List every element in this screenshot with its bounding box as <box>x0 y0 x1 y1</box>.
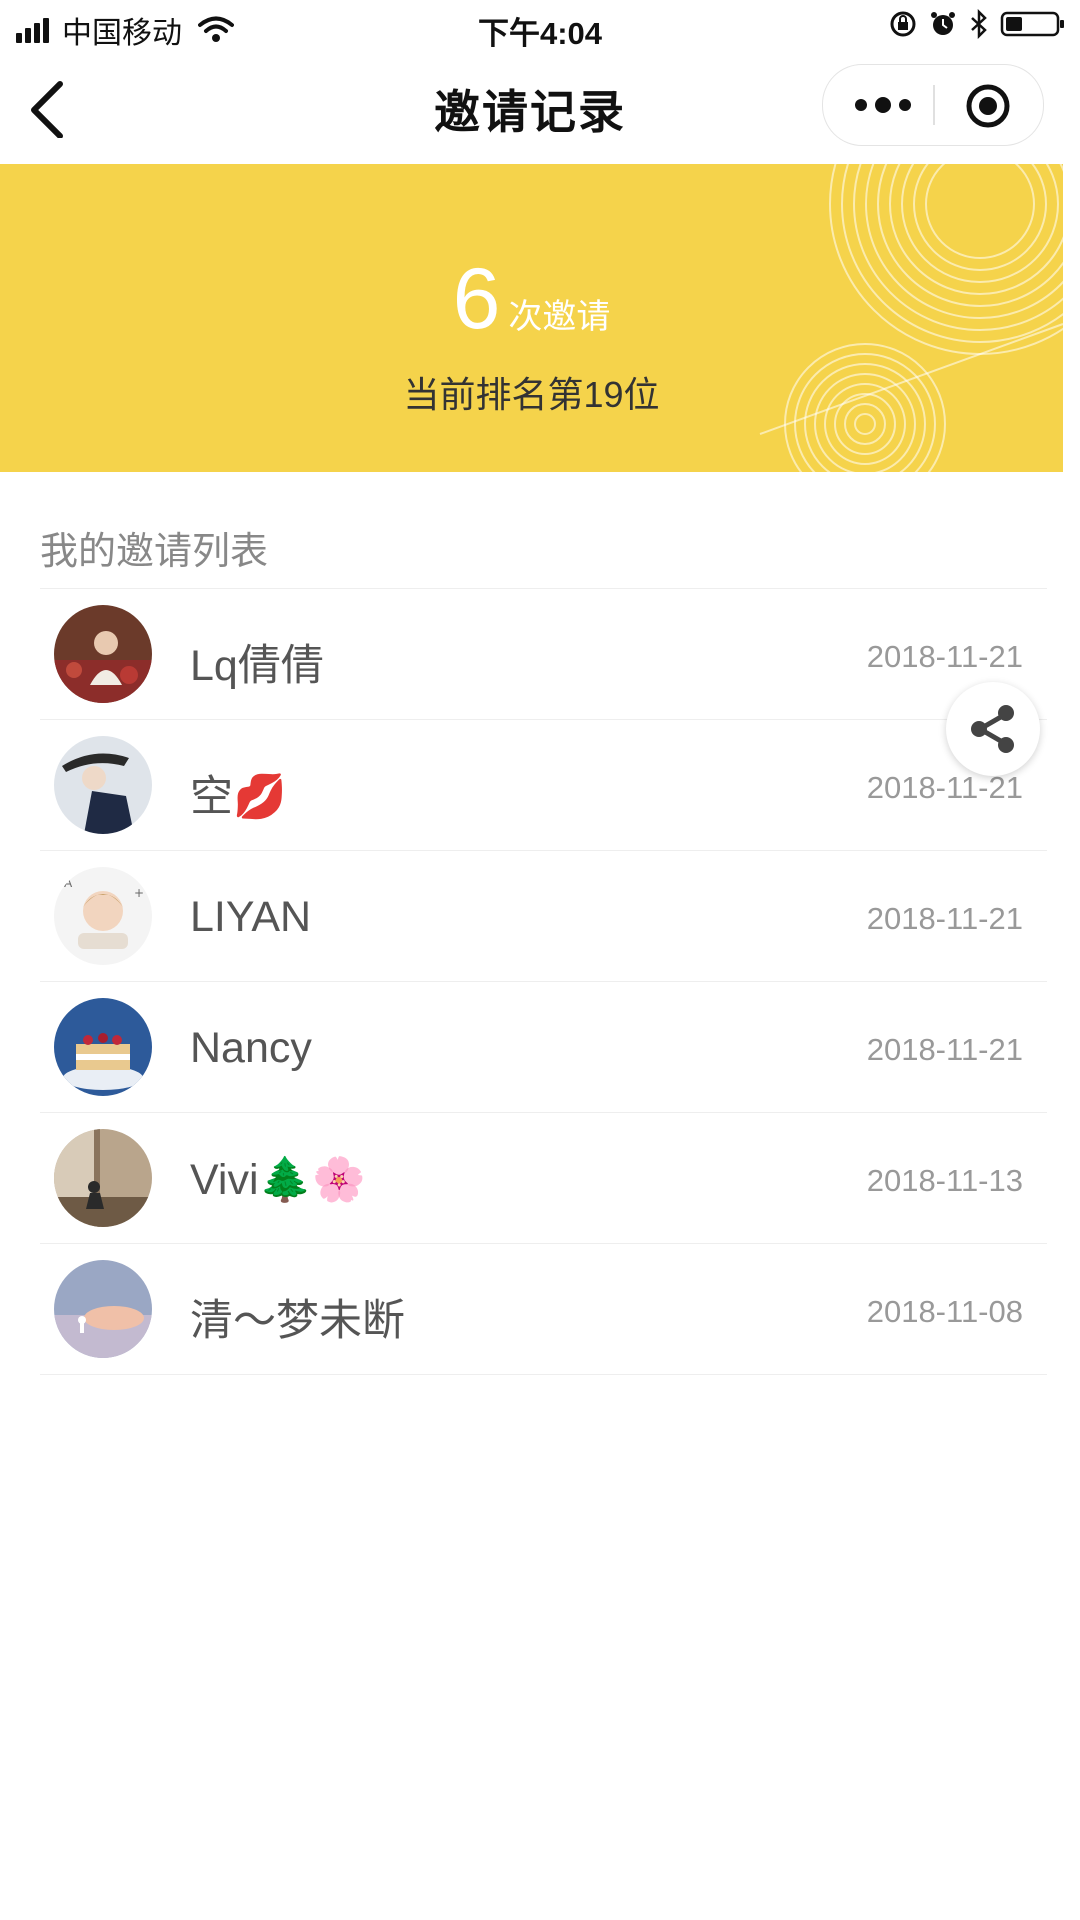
list-item[interactable]: Vivi🌲🌸 2018-11-13 <box>40 1112 1047 1243</box>
invite-count-unit: 次邀请 <box>508 298 611 336</box>
invite-date: 2018-11-21 <box>866 1032 1023 1067</box>
list-item[interactable]: Nancy 2018-11-21 <box>40 981 1047 1112</box>
target-icon[interactable] <box>965 83 1011 129</box>
invite-count-number: 6 <box>452 251 501 347</box>
invitee-name: 清～梦未断 <box>190 1297 405 1345</box>
cake-avatar <box>54 998 152 1096</box>
svg-text:+: + <box>134 886 144 900</box>
invitee-name: Vivi🌲🌸 <box>190 1156 366 1204</box>
svg-text:A: A <box>64 876 73 890</box>
list-item[interactable]: 空💋 2018-11-21 <box>40 719 1047 850</box>
battery-icon <box>1000 11 1064 37</box>
share-icon <box>971 705 1014 753</box>
share-button[interactable] <box>946 682 1040 776</box>
status-right <box>878 9 1066 39</box>
capsule-menu <box>822 64 1044 146</box>
list-item[interactable]: A + LIYAN 2018-11-21 <box>40 850 1047 981</box>
girl-in-flowers-avatar <box>54 605 152 703</box>
invite-date: 2018-11-13 <box>866 1163 1023 1198</box>
invitee-name: 空💋 <box>190 773 287 821</box>
invitee-name: Nancy <box>190 1024 312 1072</box>
invite-count: 6 次邀请 <box>0 250 1063 349</box>
invite-date: 2018-11-21 <box>866 639 1023 674</box>
room-avatar <box>54 1129 152 1227</box>
bluetooth-icon <box>971 9 987 39</box>
sky-avatar <box>54 1260 152 1358</box>
rank-text: 当前排名第19位 <box>403 374 660 415</box>
nav-bar: 邀请记录 <box>0 52 1080 164</box>
capsule-divider <box>933 85 935 125</box>
child-avatar: A + <box>54 867 152 965</box>
alarm-icon <box>931 12 955 35</box>
section-title: 我的邀请列表 <box>40 531 269 573</box>
list-item[interactable]: 清～梦未断 2018-11-08 <box>40 1243 1047 1375</box>
invite-date: 2018-11-08 <box>866 1294 1023 1329</box>
list-item[interactable]: Lq倩倩 2018-11-21 <box>40 588 1047 719</box>
invite-date: 2018-11-21 <box>866 901 1023 936</box>
invite-list: Lq倩倩 2018-11-21 空💋 2018-11-21 A + LIYAN … <box>40 588 1047 1375</box>
status-bar: 中国移动 下午4:04 <box>0 0 1080 52</box>
woman-with-hat-avatar <box>54 736 152 834</box>
orientation-lock-icon <box>890 11 916 37</box>
more-dots-icon[interactable] <box>853 87 913 123</box>
invite-summary-banner: 6 次邀请 当前排名第19位 <box>0 164 1063 472</box>
invitee-name: LIYAN <box>190 893 312 941</box>
invitee-name: Lq倩倩 <box>190 642 324 690</box>
